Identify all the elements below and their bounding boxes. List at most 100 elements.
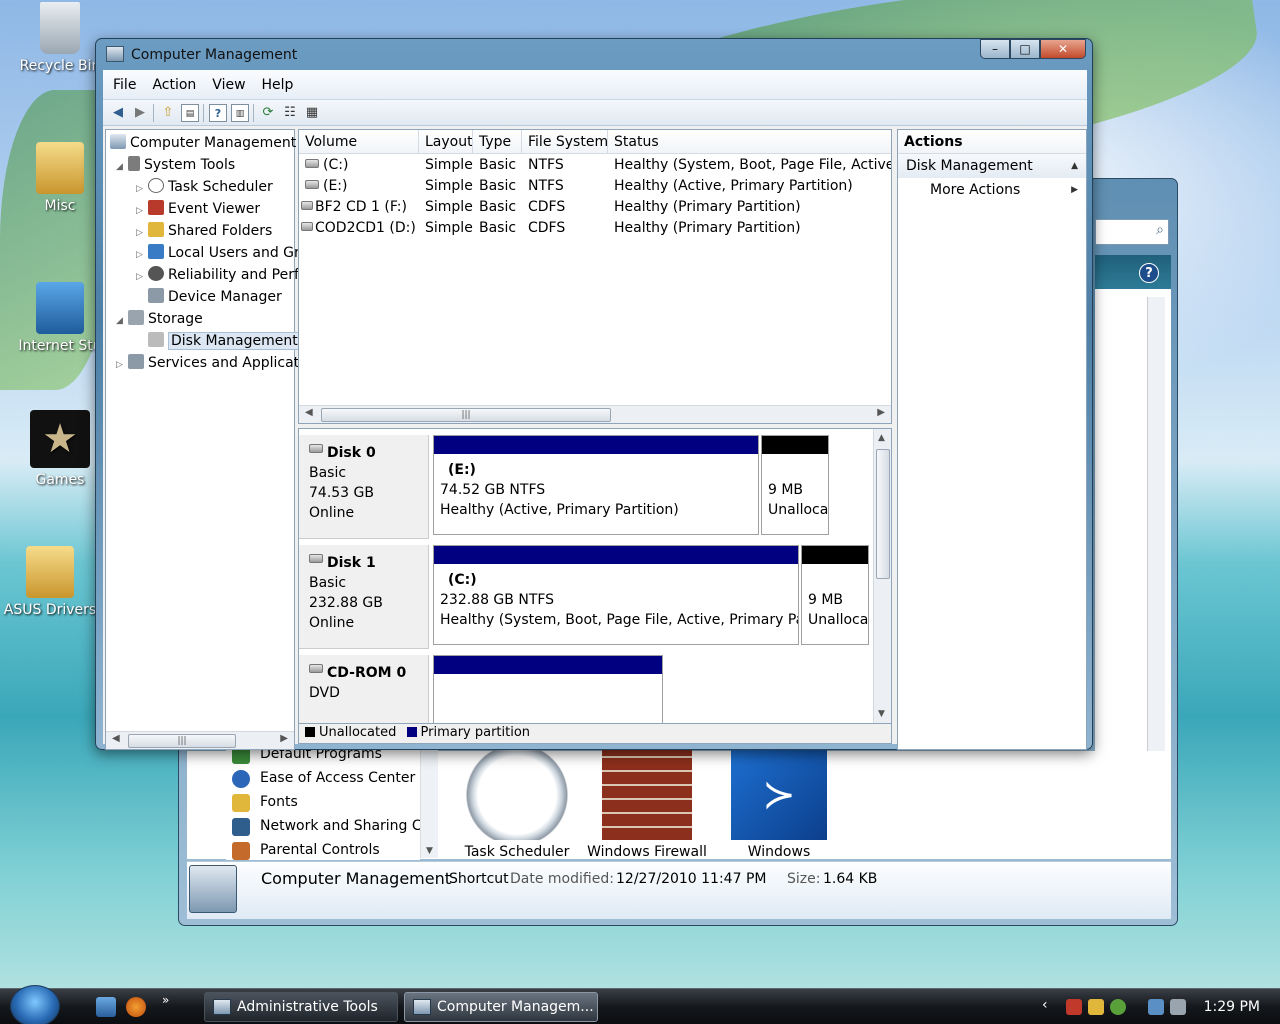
firefox-icon[interactable] (126, 997, 146, 1017)
windows-firewall-shortcut[interactable]: Windows Firewall (582, 750, 712, 860)
partition-e[interactable]: (E:) 74.52 GB NTFS Healthy (Active, Prim… (433, 435, 759, 535)
show-hidden-icons-chevron-icon[interactable]: ‹ (1042, 997, 1048, 1013)
column-header-file-system[interactable]: File System (522, 130, 608, 154)
list-scrollbar[interactable]: ▼ (420, 742, 438, 858)
quick-launch-overflow-icon[interactable]: » (162, 993, 169, 1007)
scroll-left-arrow[interactable]: ◀ (112, 733, 120, 744)
expand-arrow-icon[interactable]: ▷ (136, 200, 148, 220)
expand-arrow-icon[interactable]: ▷ (136, 222, 148, 242)
properties-icon[interactable]: ☷ (281, 104, 299, 122)
task-scheduler-shortcut[interactable]: Task Scheduler (452, 750, 582, 860)
column-header-type[interactable]: Type (473, 130, 522, 154)
tree-item-services[interactable]: ▷ Services and Applicat (116, 352, 299, 374)
windows-powershell-shortcut[interactable]: ≻ Windows (714, 750, 844, 860)
cd-rom-partition[interactable] (433, 655, 663, 723)
maximize-button[interactable]: □ (1010, 39, 1040, 59)
scroll-thumb[interactable]: ||| (321, 408, 611, 422)
expand-arrow-icon[interactable]: ▷ (136, 266, 148, 286)
volume-horizontal-scrollbar[interactable]: ◀ ||| ▶ (299, 405, 891, 423)
export-list-icon[interactable]: ▦ (303, 104, 321, 122)
asus-drivers-icon[interactable]: ASUS Drivers (2, 546, 98, 618)
scroll-up-arrow[interactable]: ▲ (878, 433, 885, 443)
column-header-volume[interactable]: Volume (299, 130, 419, 154)
computer-management-window[interactable]: Computer Management – □ ✕ File Action View… (95, 38, 1093, 750)
fonts-icon (232, 794, 250, 812)
partition-c[interactable]: (C:) 232.88 GB NTFS Healthy (System, Boo… (433, 545, 799, 645)
ease-of-access-icon (232, 770, 250, 788)
forward-arrow-icon[interactable]: ▶ (131, 104, 149, 122)
games-icon[interactable]: ★ Games (12, 410, 108, 488)
unallocated-disk-1[interactable]: 9 MB Unalloca (801, 545, 869, 645)
menu-help[interactable]: Help (256, 70, 300, 100)
recycle-bin-icon[interactable]: Recycle Bin (12, 2, 108, 74)
tree-item-system-tools[interactable]: ◢ System Tools (116, 154, 235, 176)
disk-1-label[interactable]: Disk 1 Basic 232.88 GB Online (299, 545, 429, 649)
tray-app-icon[interactable] (1066, 999, 1082, 1015)
collapse-arrow-icon[interactable]: ◢ (116, 310, 128, 330)
drive-icon (305, 180, 319, 189)
list-item[interactable]: Ease of Access Center (226, 766, 420, 790)
help-icon[interactable]: ? (209, 104, 227, 122)
volume-icon[interactable] (1170, 999, 1186, 1015)
cd-rom-0-label[interactable]: CD-ROM 0 DVD (299, 655, 429, 723)
disk-vertical-scrollbar[interactable]: ▲ ▼ (873, 429, 891, 723)
disk-0-label[interactable]: Disk 0 Basic 74.53 GB Online (299, 435, 429, 539)
show-desktop-icon[interactable] (96, 997, 116, 1017)
tree-root-computer-management[interactable]: Computer Management (110, 132, 296, 154)
expand-arrow-icon[interactable]: ▷ (136, 244, 148, 264)
tree-item-task-scheduler[interactable]: ▷ Task Scheduler (136, 176, 273, 198)
menu-view[interactable]: View (206, 70, 251, 100)
scroll-down-arrow[interactable]: ▼ (878, 709, 885, 719)
network-icon[interactable] (1148, 999, 1164, 1015)
tree-item-reliability[interactable]: ▷ Reliability and Perf (136, 264, 299, 286)
misc-folder-icon[interactable]: Misc (12, 142, 108, 214)
expand-arrow-icon[interactable]: ▷ (136, 178, 148, 198)
list-item[interactable]: Network and Sharing Ce (226, 814, 420, 838)
menu-action[interactable]: Action (146, 70, 202, 100)
back-arrow-icon[interactable]: ◀ (109, 104, 127, 122)
scroll-left-arrow[interactable]: ◀ (305, 407, 313, 418)
column-header-status[interactable]: Status (608, 130, 891, 154)
collapse-arrow-icon[interactable]: ▲ (1071, 154, 1078, 178)
scroll-right-arrow[interactable]: ▶ (877, 407, 885, 418)
tree-item-event-viewer[interactable]: ▷ Event Viewer (136, 198, 260, 220)
list-item[interactable]: Parental Controls (226, 838, 420, 862)
unallocated-disk-0[interactable]: 9 MB Unalloca (761, 435, 829, 535)
show-hide-action-pane-icon[interactable]: ▥ (231, 104, 249, 122)
tree-item-device-manager[interactable]: Device Manager (148, 286, 282, 308)
refresh-icon[interactable]: ⟳ (259, 104, 277, 122)
column-header-layout[interactable]: Layout (419, 130, 473, 154)
scroll-right-arrow[interactable]: ▶ (280, 733, 288, 744)
internet-stuff-icon[interactable]: Internet Stu (12, 282, 108, 354)
tree-item-storage[interactable]: ◢ Storage (116, 308, 203, 330)
search-input[interactable]: ⌕ (1095, 219, 1169, 245)
tray-app-icon[interactable] (1088, 999, 1104, 1015)
tray-app-icon[interactable] (1110, 999, 1126, 1015)
taskbar-item-administrative-tools[interactable]: Administrative Tools (204, 992, 398, 1022)
scroll-thumb[interactable]: ||| (128, 734, 236, 748)
taskbar-item-computer-management[interactable]: Computer Managem... (404, 992, 598, 1022)
shared-folder-icon (148, 222, 164, 237)
list-item[interactable]: Fonts (226, 790, 420, 814)
network-sharing-icon (232, 818, 250, 836)
menu-file[interactable]: File (107, 70, 142, 100)
show-hide-tree-icon[interactable]: ▤ (181, 104, 199, 122)
tree-item-disk-management[interactable]: Disk Management (148, 330, 301, 352)
up-folder-icon[interactable]: ⇧ (159, 104, 177, 122)
more-actions-item[interactable]: More Actions ▶ (898, 178, 1086, 202)
minimize-button[interactable]: – (980, 39, 1010, 59)
actions-section-disk-management[interactable]: Disk Management ▲ (898, 154, 1086, 178)
tree-item-shared-folders[interactable]: ▷ Shared Folders (136, 220, 272, 242)
expand-arrow-icon[interactable]: ▷ (116, 354, 128, 374)
scroll-down-arrow[interactable]: ▼ (426, 846, 433, 856)
scroll-thumb[interactable] (876, 449, 890, 579)
title-bar[interactable]: Computer Management – □ ✕ (96, 39, 1092, 71)
close-button[interactable]: ✕ (1040, 39, 1086, 59)
collapse-arrow-icon[interactable]: ◢ (116, 156, 128, 176)
star-game-icon: ★ (30, 410, 90, 468)
clock[interactable]: 1:29 PM (1204, 989, 1260, 1024)
tree-item-local-users[interactable]: ▷ Local Users and Gr (136, 242, 300, 264)
help-icon[interactable]: ? (1139, 263, 1159, 283)
tree-horizontal-scrollbar[interactable]: ◀ ||| ▶ (106, 731, 294, 749)
start-button[interactable] (10, 985, 60, 1024)
